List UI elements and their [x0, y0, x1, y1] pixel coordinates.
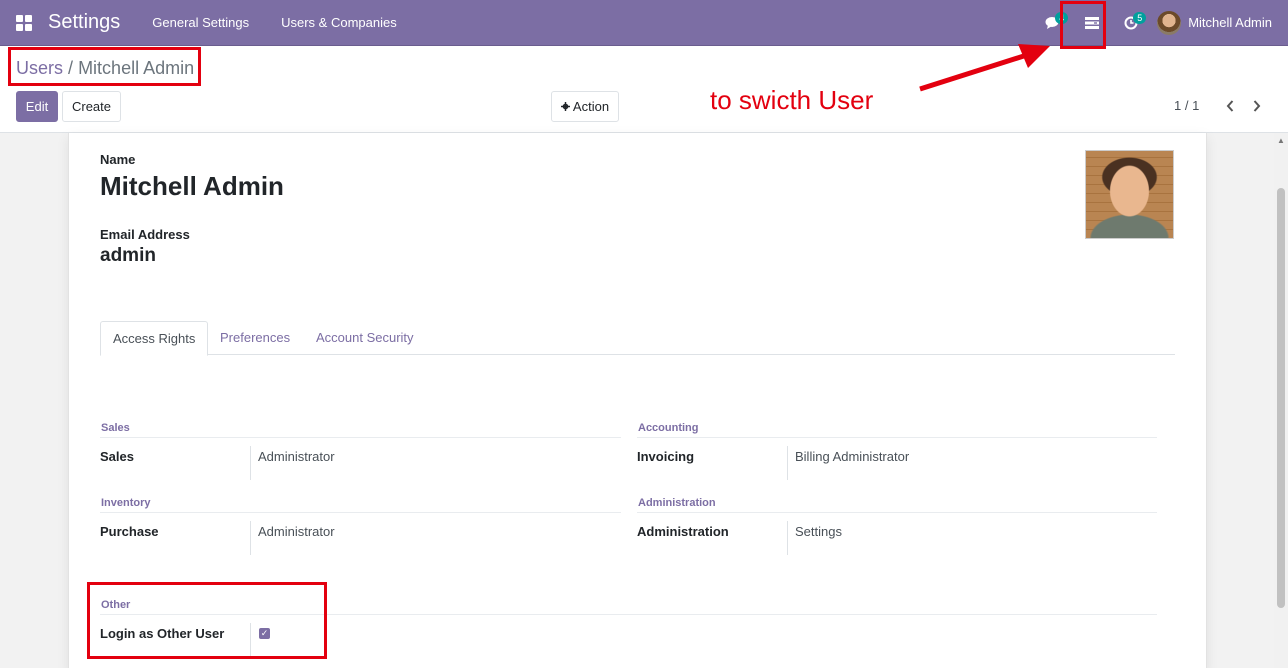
group-title-administration: Administration: [638, 497, 716, 509]
page-scrollbar[interactable]: ▲: [1274, 133, 1288, 668]
user-name: Mitchell Admin: [1188, 15, 1272, 30]
annotation-login-as-user-box: [87, 582, 327, 659]
tab-preferences[interactable]: Preferences: [208, 321, 302, 355]
field-separator: [787, 521, 788, 555]
email-value: admin: [100, 245, 156, 266]
field-label-administration: Administration: [637, 524, 729, 539]
tab-access-rights[interactable]: Access Rights: [100, 321, 209, 356]
pager-next-button[interactable]: [1247, 95, 1267, 117]
group-divider: [100, 512, 621, 513]
field-label-sales: Sales: [100, 449, 134, 464]
group-divider: [100, 437, 621, 438]
menu-users-companies[interactable]: Users & Companies: [265, 15, 413, 30]
field-label-purchase: Purchase: [100, 524, 159, 539]
user-photo[interactable]: [1085, 150, 1174, 239]
group-title-accounting: Accounting: [638, 422, 699, 434]
field-separator: [250, 446, 251, 480]
apps-menu-icon[interactable]: [0, 0, 48, 46]
chevron-right-icon: [1253, 100, 1261, 112]
scrollbar-thumb[interactable]: [1277, 188, 1285, 608]
user-menu[interactable]: Mitchell Admin: [1149, 10, 1288, 35]
field-value-invoicing: Billing Administrator: [795, 449, 910, 464]
tab-account-security[interactable]: Account Security: [304, 321, 426, 355]
chevron-left-icon: [1226, 100, 1234, 112]
notebook-tabs: Access Rights Preferences Account Securi…: [100, 321, 1175, 356]
action-button[interactable]: Action: [551, 91, 619, 122]
action-label: Action: [572, 99, 610, 114]
menu-general-settings[interactable]: General Settings: [136, 15, 265, 30]
annotation-arrow-icon: [919, 44, 1050, 92]
field-separator: [250, 521, 251, 555]
gear-icon: [560, 102, 570, 111]
scroll-up-icon[interactable]: ▲: [1277, 136, 1285, 145]
field-separator: [787, 446, 788, 480]
field-value-purchase: Administrator: [258, 524, 335, 539]
activities-systray[interactable]: 5: [1113, 0, 1149, 46]
field-value-administration: Settings: [795, 524, 842, 539]
edit-button[interactable]: Edit: [16, 91, 58, 122]
annotation-text: to swicth User: [710, 85, 874, 115]
group-title-sales: Sales: [101, 422, 130, 434]
pager-previous-button[interactable]: [1220, 95, 1240, 117]
pager-value[interactable]: 1 / 1: [1174, 98, 1199, 113]
email-label: Email Address: [100, 227, 190, 242]
group-divider: [637, 437, 1157, 438]
activities-badge: 5: [1133, 11, 1147, 24]
group-title-inventory: Inventory: [101, 497, 151, 509]
name-label: Name: [100, 152, 136, 167]
field-value-sales: Administrator: [258, 449, 335, 464]
group-divider: [637, 512, 1157, 513]
annotation-switch-user-box: [1060, 1, 1106, 49]
user-avatar: [1157, 10, 1182, 35]
app-brand[interactable]: Settings: [48, 11, 120, 34]
field-label-invoicing: Invoicing: [637, 449, 695, 464]
create-button[interactable]: Create: [62, 91, 121, 122]
name-value: Mitchell Admin: [100, 171, 284, 201]
annotation-breadcrumb-box: [8, 47, 201, 86]
